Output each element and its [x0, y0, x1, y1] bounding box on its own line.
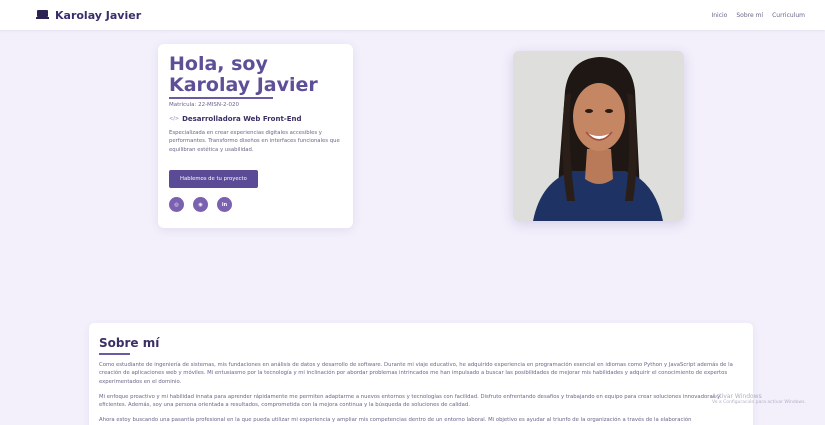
hero-title: Hola, soy Karolay Javier: [169, 53, 318, 96]
watermark-subtitle: Ve a Configuración para activar Windows.: [712, 400, 806, 405]
social-links: ◎ ◉ in: [169, 197, 342, 212]
top-navbar: Karolay Javier Inicio Sobre mí Curriculu…: [0, 0, 825, 30]
about-paragraph: Mi enfoque proactivo y mi habilidad inna…: [99, 393, 721, 409]
title-underline: [169, 97, 273, 99]
nav-link-inicio[interactable]: Inicio: [711, 12, 727, 19]
about-underline: [99, 353, 130, 355]
role-title: Desarrolladora Web Front-End: [182, 114, 302, 123]
nav-links: Inicio Sobre mí Curriculum: [711, 12, 805, 19]
contact-project-button[interactable]: Hablemos de tu proyecto: [169, 170, 258, 188]
role-line: </> Desarrolladora Web Front-End: [169, 115, 342, 123]
nav-link-curriculum[interactable]: Curriculum: [772, 12, 805, 19]
hero-description: Especializada en crear experiencias digi…: [169, 129, 340, 153]
linkedin-icon[interactable]: in: [217, 197, 232, 212]
about-paragraph: Ahora estoy buscando una pasantía profes…: [99, 417, 692, 424]
nav-link-sobre-mi[interactable]: Sobre mí: [736, 12, 763, 19]
profile-photo: [513, 51, 684, 221]
about-title: Sobre mí: [99, 336, 160, 350]
github-icon[interactable]: ◉: [193, 197, 208, 212]
about-section: Sobre mí Como estudiante de ingeniería d…: [89, 323, 753, 425]
brand-name: Karolay Javier: [55, 8, 142, 22]
code-icon: </>: [169, 115, 180, 122]
laptop-icon: [36, 10, 49, 20]
about-paragraph: Como estudiante de ingeniería de sistema…: [99, 361, 733, 385]
brand[interactable]: Karolay Javier: [36, 9, 141, 22]
windows-activation-watermark: Activar Windows Ve a Configuración para …: [712, 394, 822, 406]
matricula-text: Matrícula: 22-MISN-2-020: [169, 101, 239, 108]
hero-card: Hola, soy Karolay Javier Matrícula: 22-M…: [158, 44, 353, 228]
instagram-icon[interactable]: ◎: [169, 197, 184, 212]
